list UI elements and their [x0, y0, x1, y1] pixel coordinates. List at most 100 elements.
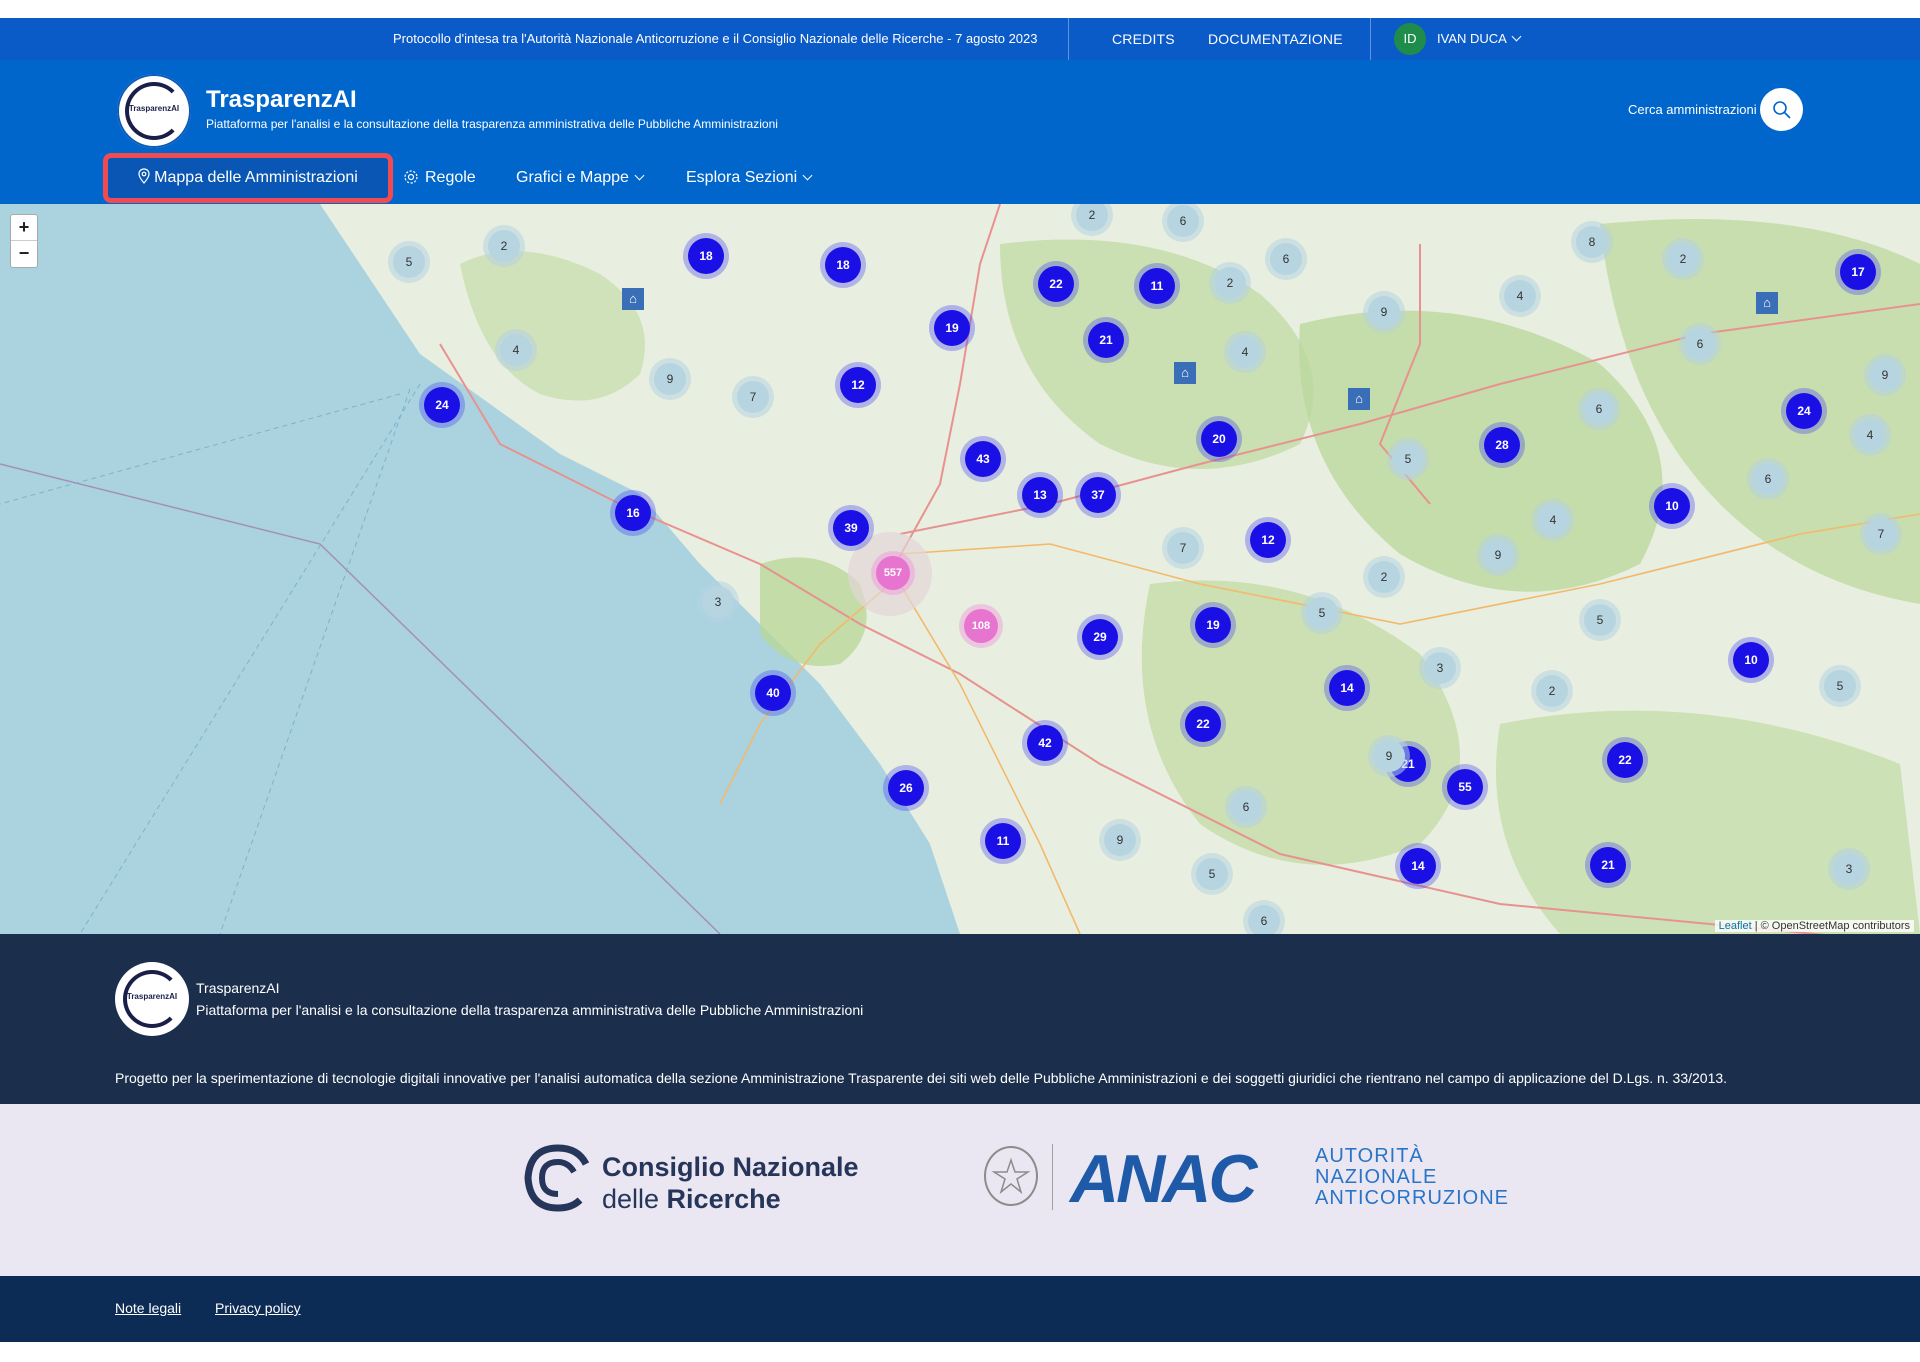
- map-cluster-marker[interactable]: 12: [840, 367, 876, 403]
- map-cluster-marker[interactable]: 11: [985, 823, 1021, 859]
- building-icon[interactable]: ⌂: [1174, 362, 1196, 384]
- building-icon[interactable]: ⌂: [1756, 292, 1778, 314]
- site-logo[interactable]: TrasparenzAI: [117, 74, 191, 148]
- map-cluster-marker[interactable]: 16: [615, 495, 651, 531]
- map-cluster-marker[interactable]: 29: [1082, 619, 1118, 655]
- map-cluster-marker[interactable]: 55: [1447, 769, 1483, 805]
- map-cluster-marker[interactable]: 11: [1139, 268, 1175, 304]
- map-cluster-marker[interactable]: 19: [934, 310, 970, 346]
- map-cluster-marker[interactable]: 20: [1201, 421, 1237, 457]
- map-cluster-marker[interactable]: 19: [1195, 607, 1231, 643]
- map-cluster-marker[interactable]: 4: [1504, 280, 1536, 312]
- map-cluster-marker[interactable]: 22: [1038, 266, 1074, 302]
- zoom-out-button[interactable]: −: [11, 241, 37, 267]
- nav-item-map[interactable]: Mappa delle Amministrazioni: [103, 153, 393, 203]
- search-button[interactable]: [1760, 88, 1803, 131]
- map-cluster-marker[interactable]: 3: [702, 586, 734, 618]
- map-cluster-marker[interactable]: 2: [1368, 561, 1400, 593]
- map-cluster-marker[interactable]: 43: [965, 441, 1001, 477]
- map-cluster-marker[interactable]: 24: [1786, 393, 1822, 429]
- republic-emblem-icon: [984, 1146, 1038, 1206]
- map-cluster-marker[interactable]: 28: [1484, 427, 1520, 463]
- map-cluster-marker[interactable]: 10: [1654, 488, 1690, 524]
- documentation-link[interactable]: DOCUMENTAZIONE: [1208, 18, 1343, 60]
- map-cluster-marker[interactable]: 14: [1400, 848, 1436, 884]
- map-cluster-marker[interactable]: 3: [1424, 652, 1456, 684]
- map-cluster-marker[interactable]: 4: [500, 334, 532, 366]
- privacy-policy-link[interactable]: Privacy policy: [215, 1300, 301, 1316]
- zoom-in-button[interactable]: +: [11, 215, 37, 241]
- map-cluster-marker[interactable]: 18: [688, 238, 724, 274]
- anac-full-name: AUTORITÀ NAZIONALE ANTICORRUZIONE: [1315, 1145, 1509, 1209]
- map-cluster-marker[interactable]: 21: [1590, 847, 1626, 883]
- map-cluster-marker[interactable]: 3: [1833, 853, 1865, 885]
- map-cluster-marker[interactable]: 5: [1824, 670, 1856, 702]
- nav-item-map-label: Mappa delle Amministrazioni: [154, 169, 358, 186]
- footer-logo[interactable]: TrasparenzAI: [115, 962, 189, 1036]
- search-label: Cerca amministrazioni: [1628, 102, 1757, 117]
- map-cluster-marker[interactable]: 5: [1392, 443, 1424, 475]
- map-cluster-marker[interactable]: 2: [1536, 675, 1568, 707]
- nav-item-sections[interactable]: Esplora Sezioni: [686, 160, 813, 196]
- map-cluster-marker[interactable]: 108: [964, 609, 998, 643]
- map-cluster-marker[interactable]: 37: [1080, 477, 1116, 513]
- nav-item-rules[interactable]: Regole: [403, 160, 476, 196]
- map-cluster-marker[interactable]: 557: [876, 556, 910, 590]
- map-cluster-marker[interactable]: 9: [1104, 824, 1136, 856]
- map-cluster-marker[interactable]: 9: [1373, 740, 1405, 772]
- map-cluster-marker[interactable]: 4: [1854, 419, 1886, 451]
- building-icon[interactable]: ⌂: [1348, 388, 1370, 410]
- map-cluster-marker[interactable]: 5: [1584, 604, 1616, 636]
- map-cluster-marker[interactable]: 9: [1482, 539, 1514, 571]
- map-cluster-marker[interactable]: 6: [1583, 393, 1615, 425]
- site-title[interactable]: TrasparenzAI: [206, 86, 357, 114]
- map-cluster-marker[interactable]: 6: [1684, 328, 1716, 360]
- map-cluster-marker[interactable]: 5: [1196, 858, 1228, 890]
- map-cluster-marker[interactable]: 7: [1865, 518, 1897, 550]
- map-cluster-marker[interactable]: 5: [1306, 597, 1338, 629]
- map-cluster-marker[interactable]: 5: [393, 246, 425, 278]
- map-cluster-marker[interactable]: 9: [1869, 359, 1901, 391]
- map-cluster-marker[interactable]: 12: [1250, 522, 1286, 558]
- map-cluster-marker[interactable]: 22: [1607, 742, 1643, 778]
- map-cluster-marker[interactable]: 17: [1840, 254, 1876, 290]
- map-cluster-marker[interactable]: 14: [1329, 670, 1365, 706]
- building-icon[interactable]: ⌂: [622, 288, 644, 310]
- divider: [1370, 18, 1371, 60]
- map-cluster-marker[interactable]: 42: [1027, 725, 1063, 761]
- map-cluster-marker[interactable]: 2: [1214, 267, 1246, 299]
- map-cluster-marker[interactable]: 13: [1022, 477, 1058, 513]
- credits-link[interactable]: CREDITS: [1112, 18, 1175, 60]
- leaflet-link[interactable]: Leaflet: [1719, 920, 1752, 932]
- map-cluster-marker[interactable]: 2: [488, 230, 520, 262]
- map-cluster-marker[interactable]: 40: [755, 675, 791, 711]
- footer-subtitle: Piattaforma per l'analisi e la consultaz…: [196, 1002, 864, 1018]
- map-cluster-marker[interactable]: 6: [1752, 463, 1784, 495]
- map-cluster-marker[interactable]: 7: [737, 381, 769, 413]
- map-cluster-marker[interactable]: 6: [1270, 243, 1302, 275]
- osm-attribution[interactable]: | © OpenStreetMap contributors: [1755, 920, 1910, 932]
- map-cluster-marker[interactable]: 6: [1248, 905, 1280, 934]
- map-cluster-marker[interactable]: 26: [888, 770, 924, 806]
- map-cluster-marker[interactable]: 7: [1167, 532, 1199, 564]
- map[interactable]: 2 6 5 2 18 18 22 11 2 6 8 2 17 4 19 4 21 9 6 4 9 7 12 24 9 4 6 24 20…: [0, 204, 1920, 934]
- map-cluster-marker[interactable]: 24: [424, 387, 460, 423]
- avatar[interactable]: ID: [1394, 23, 1426, 55]
- chevron-down-icon: [1511, 31, 1522, 42]
- map-cluster-marker[interactable]: 9: [1368, 296, 1400, 328]
- map-cluster-marker[interactable]: 8: [1576, 226, 1608, 258]
- map-cluster-marker[interactable]: 2: [1667, 243, 1699, 275]
- map-cluster-marker[interactable]: 18: [825, 247, 861, 283]
- legal-notes-link[interactable]: Note legali: [115, 1300, 181, 1316]
- map-cluster-marker[interactable]: 21: [1088, 322, 1124, 358]
- map-cluster-marker[interactable]: 6: [1167, 205, 1199, 237]
- map-cluster-marker[interactable]: 39: [833, 510, 869, 546]
- map-cluster-marker[interactable]: 9: [654, 363, 686, 395]
- map-cluster-marker[interactable]: 10: [1733, 642, 1769, 678]
- map-cluster-marker[interactable]: 4: [1537, 504, 1569, 536]
- user-menu[interactable]: IVAN DUCA: [1437, 18, 1522, 60]
- map-cluster-marker[interactable]: 4: [1229, 336, 1261, 368]
- map-cluster-marker[interactable]: 22: [1185, 706, 1221, 742]
- nav-item-charts[interactable]: Grafici e Mappe: [516, 160, 645, 196]
- map-cluster-marker[interactable]: 6: [1230, 791, 1262, 823]
